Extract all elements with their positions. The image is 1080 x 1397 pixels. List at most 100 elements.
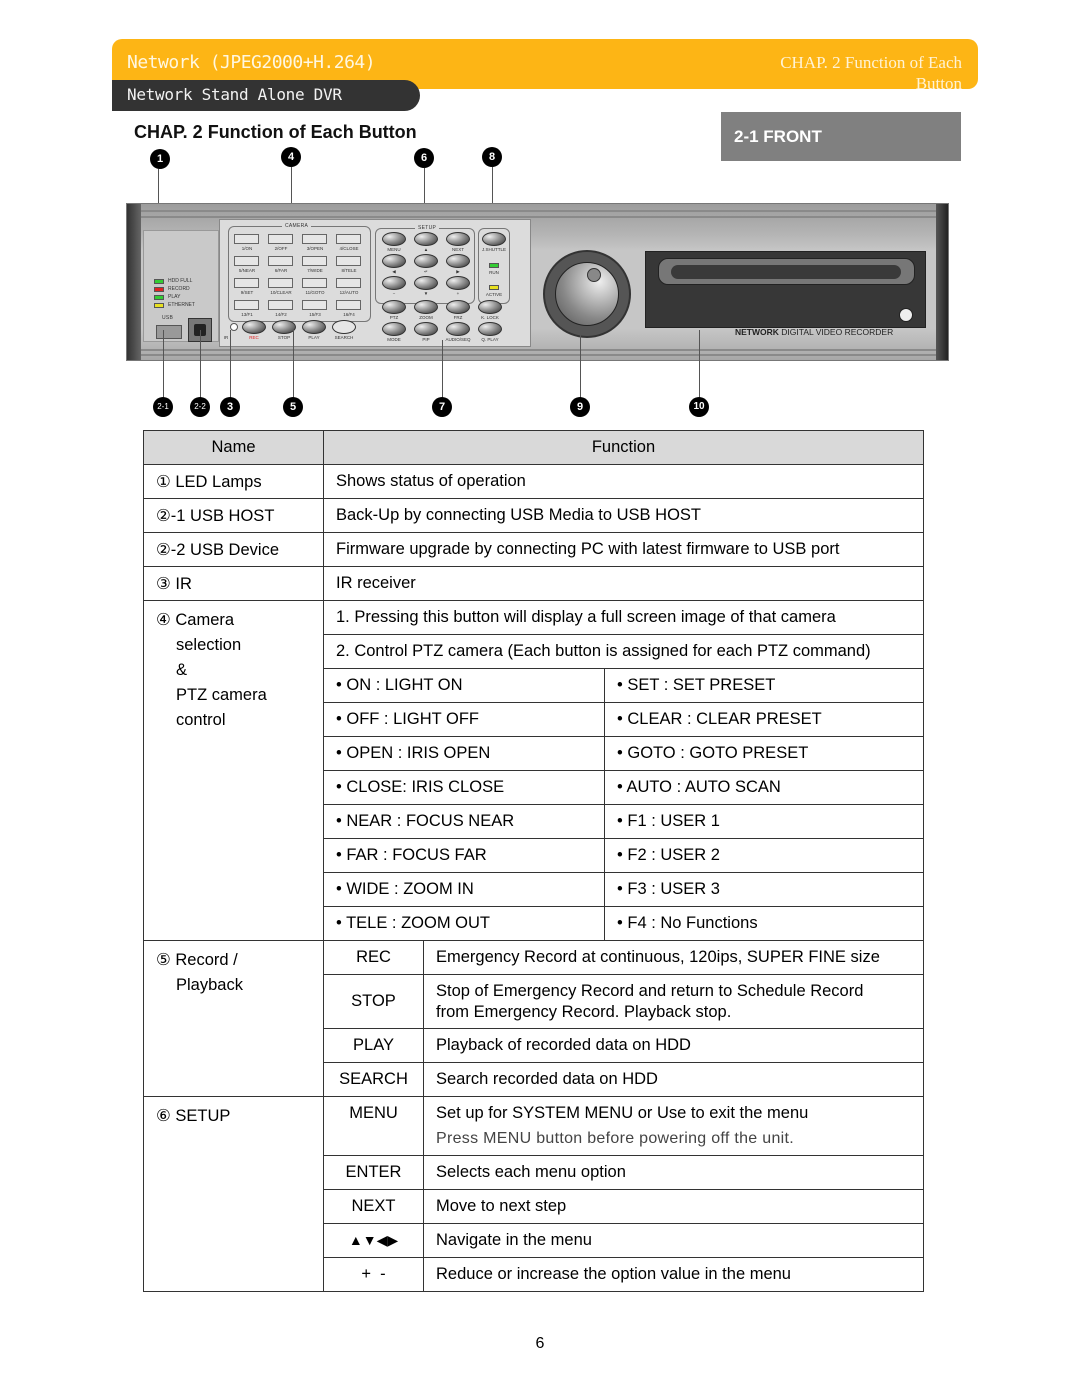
camera-button[interactable] <box>234 278 259 288</box>
setup-button[interactable] <box>414 254 438 268</box>
camera-button[interactable] <box>268 278 293 288</box>
function-button[interactable] <box>382 300 406 314</box>
table-row: ⑤ Record / Playback REC Emergency Record… <box>143 940 924 1097</box>
menu-function: Set up for SYSTEM MENU or Use to exit th… <box>423 1096 924 1156</box>
camera-button-label: 15/F3 <box>309 312 321 317</box>
jog-shuttle-button[interactable] <box>482 232 506 246</box>
camera-button-label: 11/GOTO <box>305 290 325 295</box>
led-label: PLAY <box>168 294 181 300</box>
active-label: ACTIVE <box>485 292 503 297</box>
ptz-cmd: • SET : SET PRESET <box>604 668 924 703</box>
run-label: RUN <box>489 270 499 275</box>
function-button[interactable] <box>414 300 438 314</box>
row-function: Back-Up by connecting USB Media to USB H… <box>323 498 924 533</box>
led-lamp-icon <box>154 302 164 308</box>
function-button[interactable] <box>414 322 438 336</box>
rec-key: REC <box>323 940 424 975</box>
jog-dimple <box>587 268 601 282</box>
name-line: ④ Camera <box>156 611 235 629</box>
search-function: Search recorded data on HDD <box>423 1062 924 1097</box>
brand-label: NETWORK DIGITAL VIDEO RECORDER <box>735 327 893 337</box>
camera-button[interactable] <box>268 234 293 244</box>
name-line: selection <box>176 636 242 654</box>
usb-label: USB <box>162 315 174 321</box>
name-line: & <box>176 661 188 679</box>
header-function: Function <box>323 430 924 465</box>
setup-button[interactable] <box>414 276 438 290</box>
callout-3: 3 <box>220 397 240 417</box>
camera-button-label: 4/CLOSE <box>339 246 359 251</box>
menu-function-line: Set up for SYSTEM MENU or Use to exit th… <box>436 1104 809 1122</box>
arrows-function: Navigate in the menu <box>423 1223 924 1258</box>
stop-function-line1: Stop of Emergency Record and return to S… <box>436 981 864 1000</box>
camera-button-label: 10/CLEAR <box>270 290 292 295</box>
leader-line <box>580 330 581 398</box>
table-row: ④ Camera selection & PTZ camera control … <box>143 600 924 941</box>
record-button-label: SEARCH <box>334 335 354 340</box>
camera-button[interactable] <box>336 278 361 288</box>
camera-button[interactable] <box>302 278 327 288</box>
setup-button-label: − <box>392 291 396 296</box>
led-record: RECORD <box>154 285 190 293</box>
brand-rest: DIGITAL VIDEO RECORDER <box>778 327 894 337</box>
setup-button-label: ▶ <box>456 269 460 274</box>
camera-button[interactable] <box>268 256 293 266</box>
camera-button-label: 1/ON <box>241 246 253 251</box>
record-button[interactable] <box>302 320 326 334</box>
setup-button[interactable] <box>382 254 406 268</box>
camera-button[interactable] <box>268 300 293 310</box>
callout-8: 8 <box>482 147 502 167</box>
name-line: ⑤ Record / <box>156 951 238 969</box>
function-button[interactable] <box>478 322 502 336</box>
function-button[interactable] <box>478 300 502 314</box>
led-label: ETHERNET <box>168 302 195 308</box>
camera-button[interactable] <box>302 300 327 310</box>
header-name: Name <box>143 430 324 465</box>
camera-button[interactable] <box>336 300 361 310</box>
setup-button-label: ▼ <box>423 291 429 296</box>
setup-button[interactable] <box>414 232 438 246</box>
camera-line1: 1. Pressing this button will display a f… <box>323 600 924 635</box>
record-button[interactable] <box>332 320 356 334</box>
enter-function: Selects each menu option <box>423 1155 924 1190</box>
ptz-cmd: • WIDE : ZOOM IN <box>323 872 605 907</box>
function-button[interactable] <box>446 322 470 336</box>
camera-button[interactable] <box>234 300 259 310</box>
callout-1: 1 <box>150 149 170 169</box>
row-function: IR receiver <box>323 566 924 601</box>
eject-button[interactable] <box>899 308 913 322</box>
function-button[interactable] <box>446 300 470 314</box>
camera-button[interactable] <box>234 256 259 266</box>
camera-button-label: 13/F1 <box>241 312 253 317</box>
setup-button[interactable] <box>382 232 406 246</box>
led-hdd-full: HDD FULL <box>154 277 192 285</box>
callout-4: 4 <box>281 147 301 167</box>
setup-button[interactable] <box>446 232 470 246</box>
callout-2-1: 2-1 <box>153 397 173 417</box>
camera-button[interactable] <box>302 256 327 266</box>
led-lamp-icon <box>154 278 164 284</box>
ptz-cmd: • F1 : USER 1 <box>604 804 924 839</box>
record-button[interactable] <box>242 320 266 334</box>
setup-button[interactable] <box>446 276 470 290</box>
ptz-cmd: • TELE : ZOOM OUT <box>323 906 605 941</box>
function-button-label: PIP <box>422 337 430 342</box>
camera-button[interactable] <box>336 234 361 244</box>
usb-host-port[interactable] <box>156 325 182 339</box>
setup-button-label: NEXT <box>451 247 464 252</box>
camera-button-label: 16/F4 <box>343 312 355 317</box>
callout-2-2: 2-2 <box>190 397 210 417</box>
camera-button[interactable] <box>234 234 259 244</box>
camera-button-label: 8/TELE <box>341 268 357 273</box>
leader-line <box>442 340 443 398</box>
stop-function-line2: from Emergency Record. Playback stop. <box>436 1002 732 1021</box>
function-button[interactable] <box>382 322 406 336</box>
camera-button[interactable] <box>302 234 327 244</box>
ptz-cmd: • GOTO : GOTO PRESET <box>604 736 924 771</box>
row-name: ②-1 USB HOST <box>143 498 324 533</box>
setup-button[interactable] <box>382 276 406 290</box>
camera-button[interactable] <box>336 256 361 266</box>
setup-button[interactable] <box>446 254 470 268</box>
setup-button-label: ↵ <box>424 269 428 274</box>
row-name: ②-2 USB Device <box>143 532 324 567</box>
